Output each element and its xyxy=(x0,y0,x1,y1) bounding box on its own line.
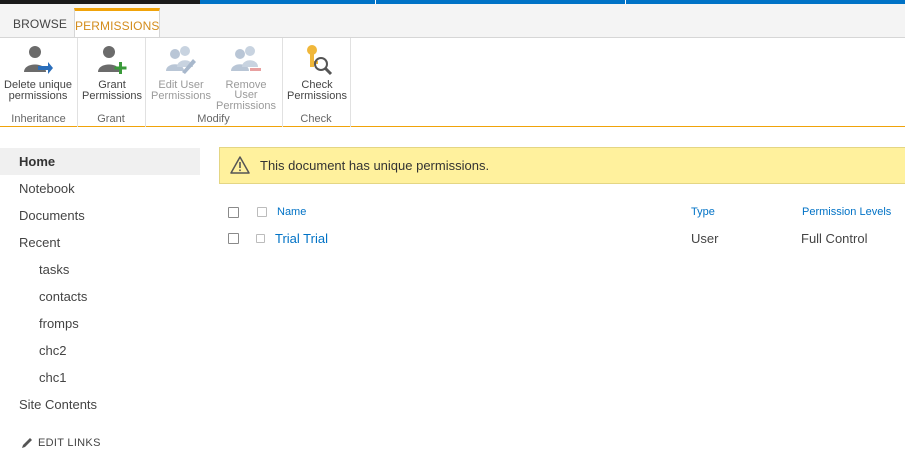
nav-item-recent-chc1[interactable]: chc1 xyxy=(0,364,200,391)
ribbon-group-label: Check xyxy=(300,113,332,125)
table-header-row: Name Type Permission Levels xyxy=(219,200,905,226)
delete-unique-label-line2: permissions xyxy=(8,90,68,102)
quick-launch-nav: Home Notebook Documents Recent tasks con… xyxy=(0,148,200,418)
nav-item-documents[interactable]: Documents xyxy=(0,202,200,229)
edit-user-permissions-button[interactable]: Edit User Permissions xyxy=(151,44,211,102)
ribbon: Delete unique permissions Inheritance Gr… xyxy=(0,37,905,127)
ribbon-group-grant: Grant Permissions Grant xyxy=(77,38,146,127)
row-permission-level: Full Control xyxy=(801,231,868,246)
check-label-line1: Check xyxy=(301,79,333,91)
nav-item-recent[interactable]: Recent xyxy=(0,229,200,256)
row-item-checkbox[interactable] xyxy=(256,234,265,243)
grant-label-line2: Permissions xyxy=(82,90,142,102)
grant-permissions-button[interactable]: Grant Permissions xyxy=(81,44,143,102)
pencil-icon xyxy=(22,438,32,448)
grant-label-line1: Grant xyxy=(98,79,126,91)
ribbon-group-inheritance: Delete unique permissions Inheritance xyxy=(0,38,78,127)
tab-browse[interactable]: BROWSE xyxy=(10,10,70,38)
ribbon-group-label: Grant xyxy=(97,113,125,125)
warning-icon xyxy=(230,156,250,174)
status-banner-message: This document has unique permissions. xyxy=(260,158,490,173)
header-item-checkbox[interactable] xyxy=(257,207,267,217)
edit-links-label: EDIT LINKS xyxy=(38,436,101,449)
ribbon-tab-bar: BROWSE PERMISSIONS xyxy=(0,4,905,39)
check-permissions-icon xyxy=(307,45,333,76)
column-header-name[interactable]: Name xyxy=(277,206,306,218)
remove-user-permissions-icon xyxy=(231,46,261,71)
table-row[interactable]: Trial Trial User Full Control xyxy=(219,226,905,252)
edit-user-permissions-icon xyxy=(166,46,196,74)
edit-user-label-line1: Edit User xyxy=(158,79,204,91)
edit-links-button[interactable]: EDIT LINKS xyxy=(20,436,101,450)
status-banner: This document has unique permissions. xyxy=(219,147,905,184)
edit-user-label-line2: Permissions xyxy=(151,90,211,102)
tab-permissions[interactable]: PERMISSIONS xyxy=(74,8,160,39)
nav-item-recent-contacts[interactable]: contacts xyxy=(0,283,200,310)
check-permissions-button[interactable]: Check Permissions xyxy=(286,44,348,102)
permissions-table: Name Type Permission Levels Trial Trial … xyxy=(219,200,905,252)
nav-item-recent-chc2[interactable]: chc2 xyxy=(0,337,200,364)
nav-item-notebook[interactable]: Notebook xyxy=(0,175,200,202)
row-name-link[interactable]: Trial Trial xyxy=(275,231,328,246)
ribbon-group-modify: Edit User Permissions Remove User Permis… xyxy=(145,38,283,127)
check-label-line2: Permissions xyxy=(287,90,347,102)
select-all-checkbox[interactable] xyxy=(228,207,239,218)
delete-unique-label-line1: Delete unique xyxy=(4,79,72,91)
remove-user-label-line2: Permissions xyxy=(216,100,276,112)
column-header-permission-levels[interactable]: Permission Levels xyxy=(802,206,891,218)
delete-unique-permissions-button[interactable]: Delete unique permissions xyxy=(2,44,74,102)
nav-item-site-contents[interactable]: Site Contents xyxy=(0,391,200,418)
delete-unique-permissions-icon xyxy=(24,46,53,74)
row-select-checkbox[interactable] xyxy=(228,233,239,244)
row-type: User xyxy=(691,231,719,246)
ribbon-group-label: Inheritance xyxy=(11,113,66,125)
column-header-type[interactable]: Type xyxy=(691,206,715,218)
remove-user-permissions-button[interactable]: Remove User Permissions xyxy=(213,44,279,112)
grant-permissions-icon xyxy=(98,46,127,74)
ribbon-group-label: Modify xyxy=(197,113,230,125)
ribbon-group-check: Check Permissions Check xyxy=(282,38,351,127)
remove-user-label-line1: Remove User xyxy=(225,79,267,101)
nav-item-recent-fromps[interactable]: fromps xyxy=(0,310,200,337)
nav-item-home[interactable]: Home xyxy=(0,148,200,175)
nav-item-recent-tasks[interactable]: tasks xyxy=(0,256,200,283)
